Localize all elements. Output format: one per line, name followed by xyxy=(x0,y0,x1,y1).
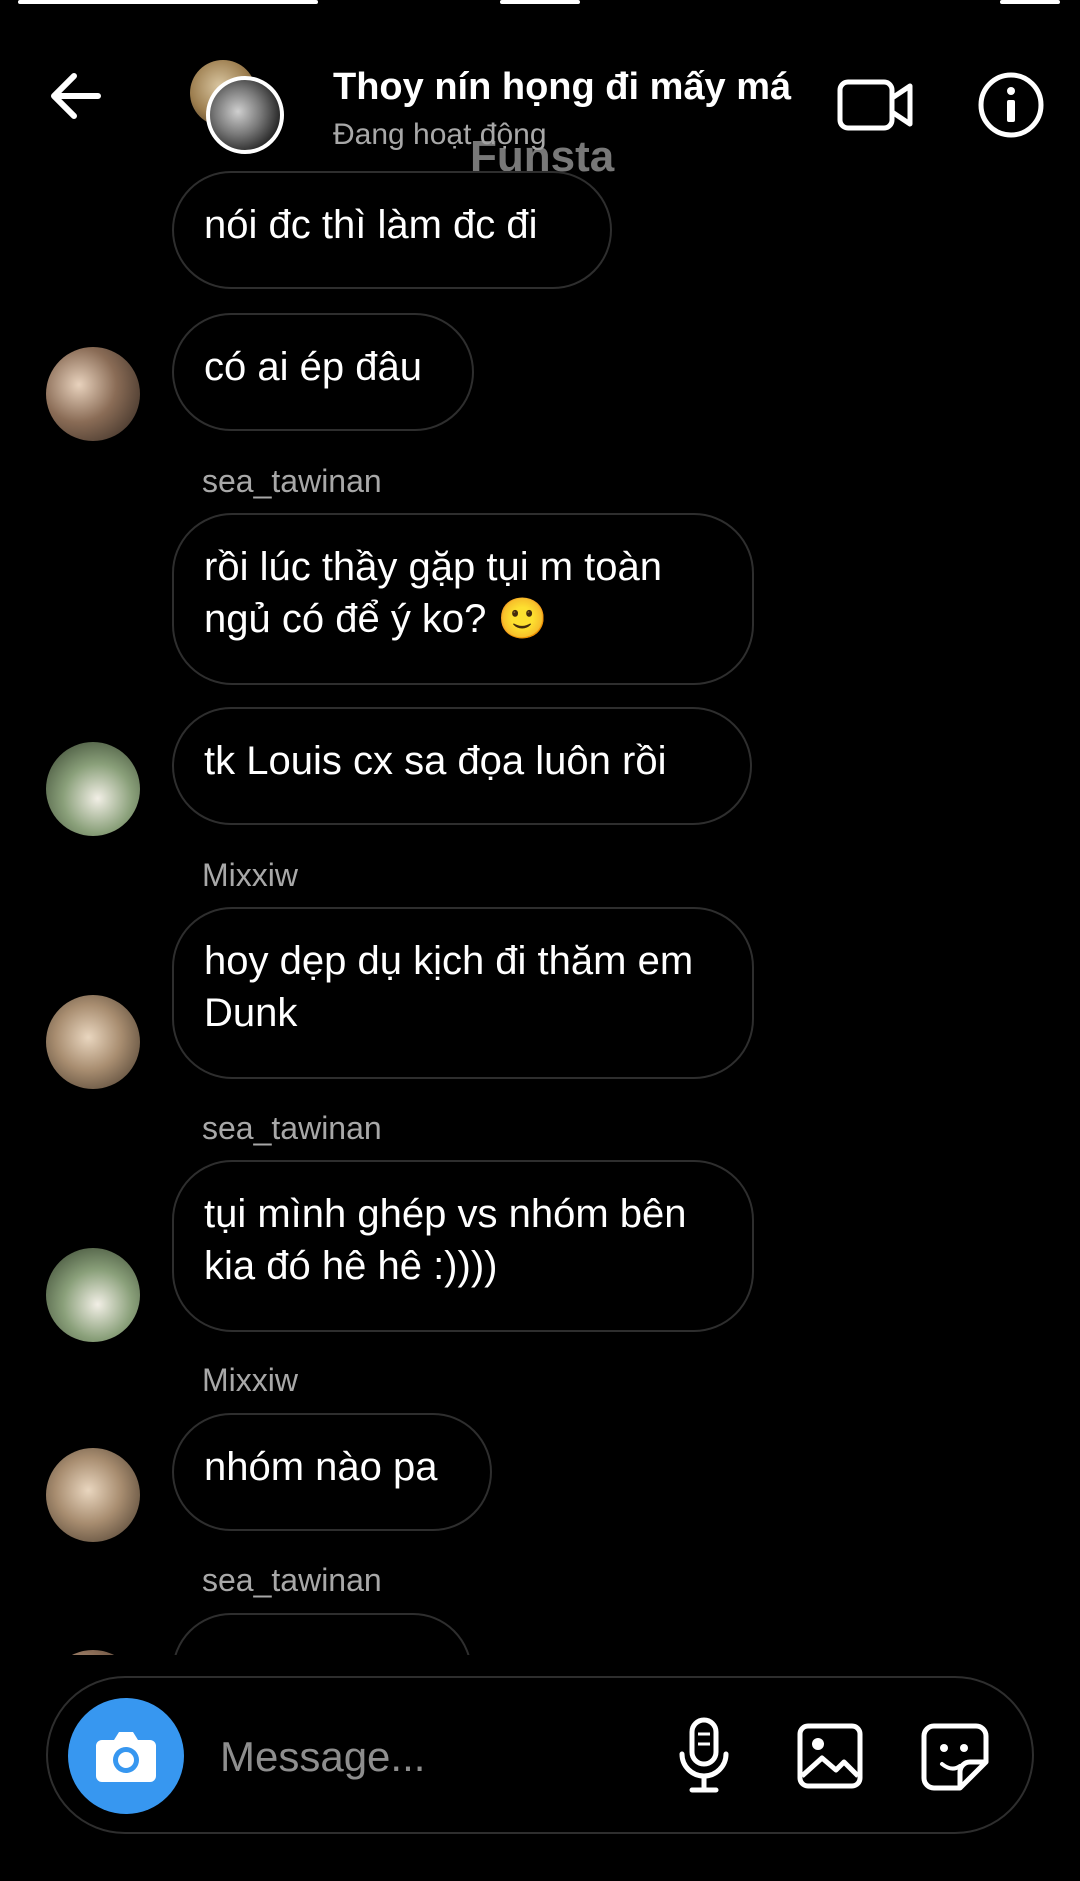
video-camera-icon xyxy=(837,79,913,131)
avatar[interactable] xyxy=(46,1448,140,1542)
message-bubble[interactable]: tụi mình ghép vs nhóm bên kia đó hê hê :… xyxy=(172,1160,754,1332)
status-bar xyxy=(0,0,1080,6)
image-icon xyxy=(797,1723,863,1789)
group-avatar[interactable] xyxy=(190,40,300,160)
status-bar-center xyxy=(500,0,580,4)
message-bubble[interactable]: nói đc thì làm đc đi xyxy=(172,171,612,289)
message-input[interactable] xyxy=(218,1718,602,1796)
avatar[interactable] xyxy=(46,347,140,441)
message-bubble[interactable]: tk Louis cx sa đọa luôn rồi xyxy=(172,707,752,825)
video-call-button[interactable] xyxy=(836,70,916,140)
info-icon xyxy=(978,72,1044,138)
message-bubble[interactable]: có ai ép đâu xyxy=(172,313,474,431)
back-button[interactable] xyxy=(40,60,112,132)
microphone-icon xyxy=(679,1717,729,1793)
sender-name: sea_tawinan xyxy=(202,1562,382,1598)
sender-name: Mixxiw xyxy=(202,1362,298,1398)
sticker-icon xyxy=(921,1723,989,1791)
status-bar-right xyxy=(1000,0,1060,4)
avatar[interactable] xyxy=(46,1650,140,1655)
avatar[interactable] xyxy=(46,1248,140,1342)
arrow-left-icon xyxy=(51,73,101,119)
voice-message-button[interactable] xyxy=(674,1716,734,1796)
status-bar-left xyxy=(18,0,318,4)
sticker-button[interactable] xyxy=(920,1722,990,1792)
avatar[interactable] xyxy=(46,995,140,1089)
chat-title[interactable]: Thoy nín họng đi mấy má xyxy=(333,66,791,109)
sender-name: sea_tawinan xyxy=(202,1110,382,1146)
camera-button[interactable] xyxy=(68,1698,184,1814)
chat-header: Thoy nín họng đi mấy má Đang hoạt động F… xyxy=(0,20,1080,181)
message-composer xyxy=(46,1676,1034,1834)
message-bubble[interactable] xyxy=(172,1613,472,1655)
info-button[interactable] xyxy=(976,70,1046,140)
sender-name: Mixxiw xyxy=(202,857,298,893)
camera-icon xyxy=(96,1732,156,1782)
avatar[interactable] xyxy=(46,742,140,836)
sender-name: sea_tawinan xyxy=(202,463,382,499)
message-bubble[interactable]: hoy dẹp dụ kịch đi thăm em Dunk xyxy=(172,907,754,1079)
message-bubble[interactable]: nhóm nào pa xyxy=(172,1413,492,1531)
message-list[interactable]: nói đc thì làm đc đi có ai ép đâu sea_ta… xyxy=(0,165,1080,1655)
message-bubble[interactable]: rồi lúc thầy gặp tụi m toàn ngủ có để ý … xyxy=(172,513,754,685)
group-avatar-front xyxy=(206,76,284,154)
gallery-button[interactable] xyxy=(796,1722,864,1790)
